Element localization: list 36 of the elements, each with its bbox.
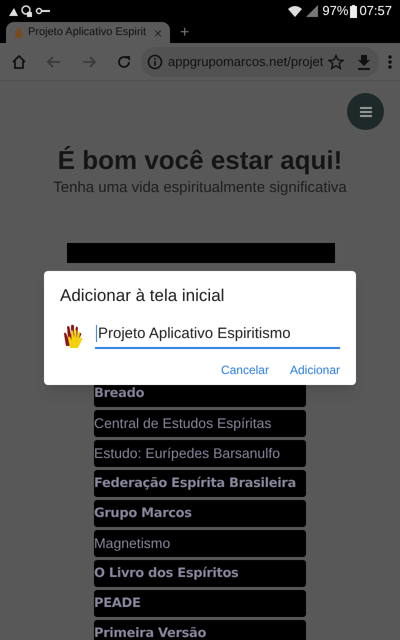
signal-icon <box>306 5 318 17</box>
page-heading: É bom você estar aqui! <box>58 144 342 176</box>
hand-icon <box>62 324 84 348</box>
battery-percent: 97% <box>322 2 348 20</box>
more-icon[interactable] <box>388 54 392 70</box>
link-item[interactable]: O Livro dos Espíritos <box>94 560 306 588</box>
tab-title: Projeto Aplicativo Espirit <box>28 25 147 40</box>
name-input[interactable]: Projeto Aplicativo Espiritismo <box>95 322 340 349</box>
reload-icon[interactable] <box>116 54 132 70</box>
link-item[interactable]: Primeira Versão <box>94 620 306 640</box>
link-item[interactable]: Estudo: Eurípedes Barsanulfo <box>94 440 306 468</box>
clock: 07:57 <box>359 2 392 20</box>
hand-icon <box>14 27 24 38</box>
link-item[interactable]: Federação Espírita Brasileira <box>94 470 306 498</box>
menu-button[interactable] <box>347 93 384 130</box>
dialog-title: Adicionar à tela inicial <box>60 285 226 307</box>
status-icons <box>8 5 52 17</box>
forward-icon[interactable] <box>81 54 97 70</box>
wifi-signal-icon <box>288 5 302 17</box>
url-text: appgrupomarcos.net/projet <box>168 52 323 71</box>
battery-icon <box>350 4 358 18</box>
info-icon <box>147 54 163 70</box>
back-icon[interactable] <box>46 54 62 70</box>
dialog-button[interactable]: Cancelar <box>220 361 269 379</box>
menu-icon <box>360 106 372 116</box>
link-item[interactable]: PEADE <box>94 590 306 618</box>
link-item[interactable]: Magnetismo <box>94 530 306 558</box>
home-icon[interactable] <box>11 54 27 70</box>
name-value: Projeto Aplicativo Espiritismo <box>96 324 291 342</box>
dialog-button[interactable]: Adicionar <box>290 361 340 379</box>
link-item[interactable]: Central de Estudos Espíritas <box>94 410 306 438</box>
link-item[interactable]: Grupo Marcos <box>94 500 306 528</box>
page-subheading: Tenha uma vida espiritualmente significativa <box>53 178 347 198</box>
star-icon[interactable] <box>328 54 344 70</box>
new-tab-button[interactable]: + <box>180 25 190 41</box>
download-icon[interactable] <box>357 54 371 70</box>
